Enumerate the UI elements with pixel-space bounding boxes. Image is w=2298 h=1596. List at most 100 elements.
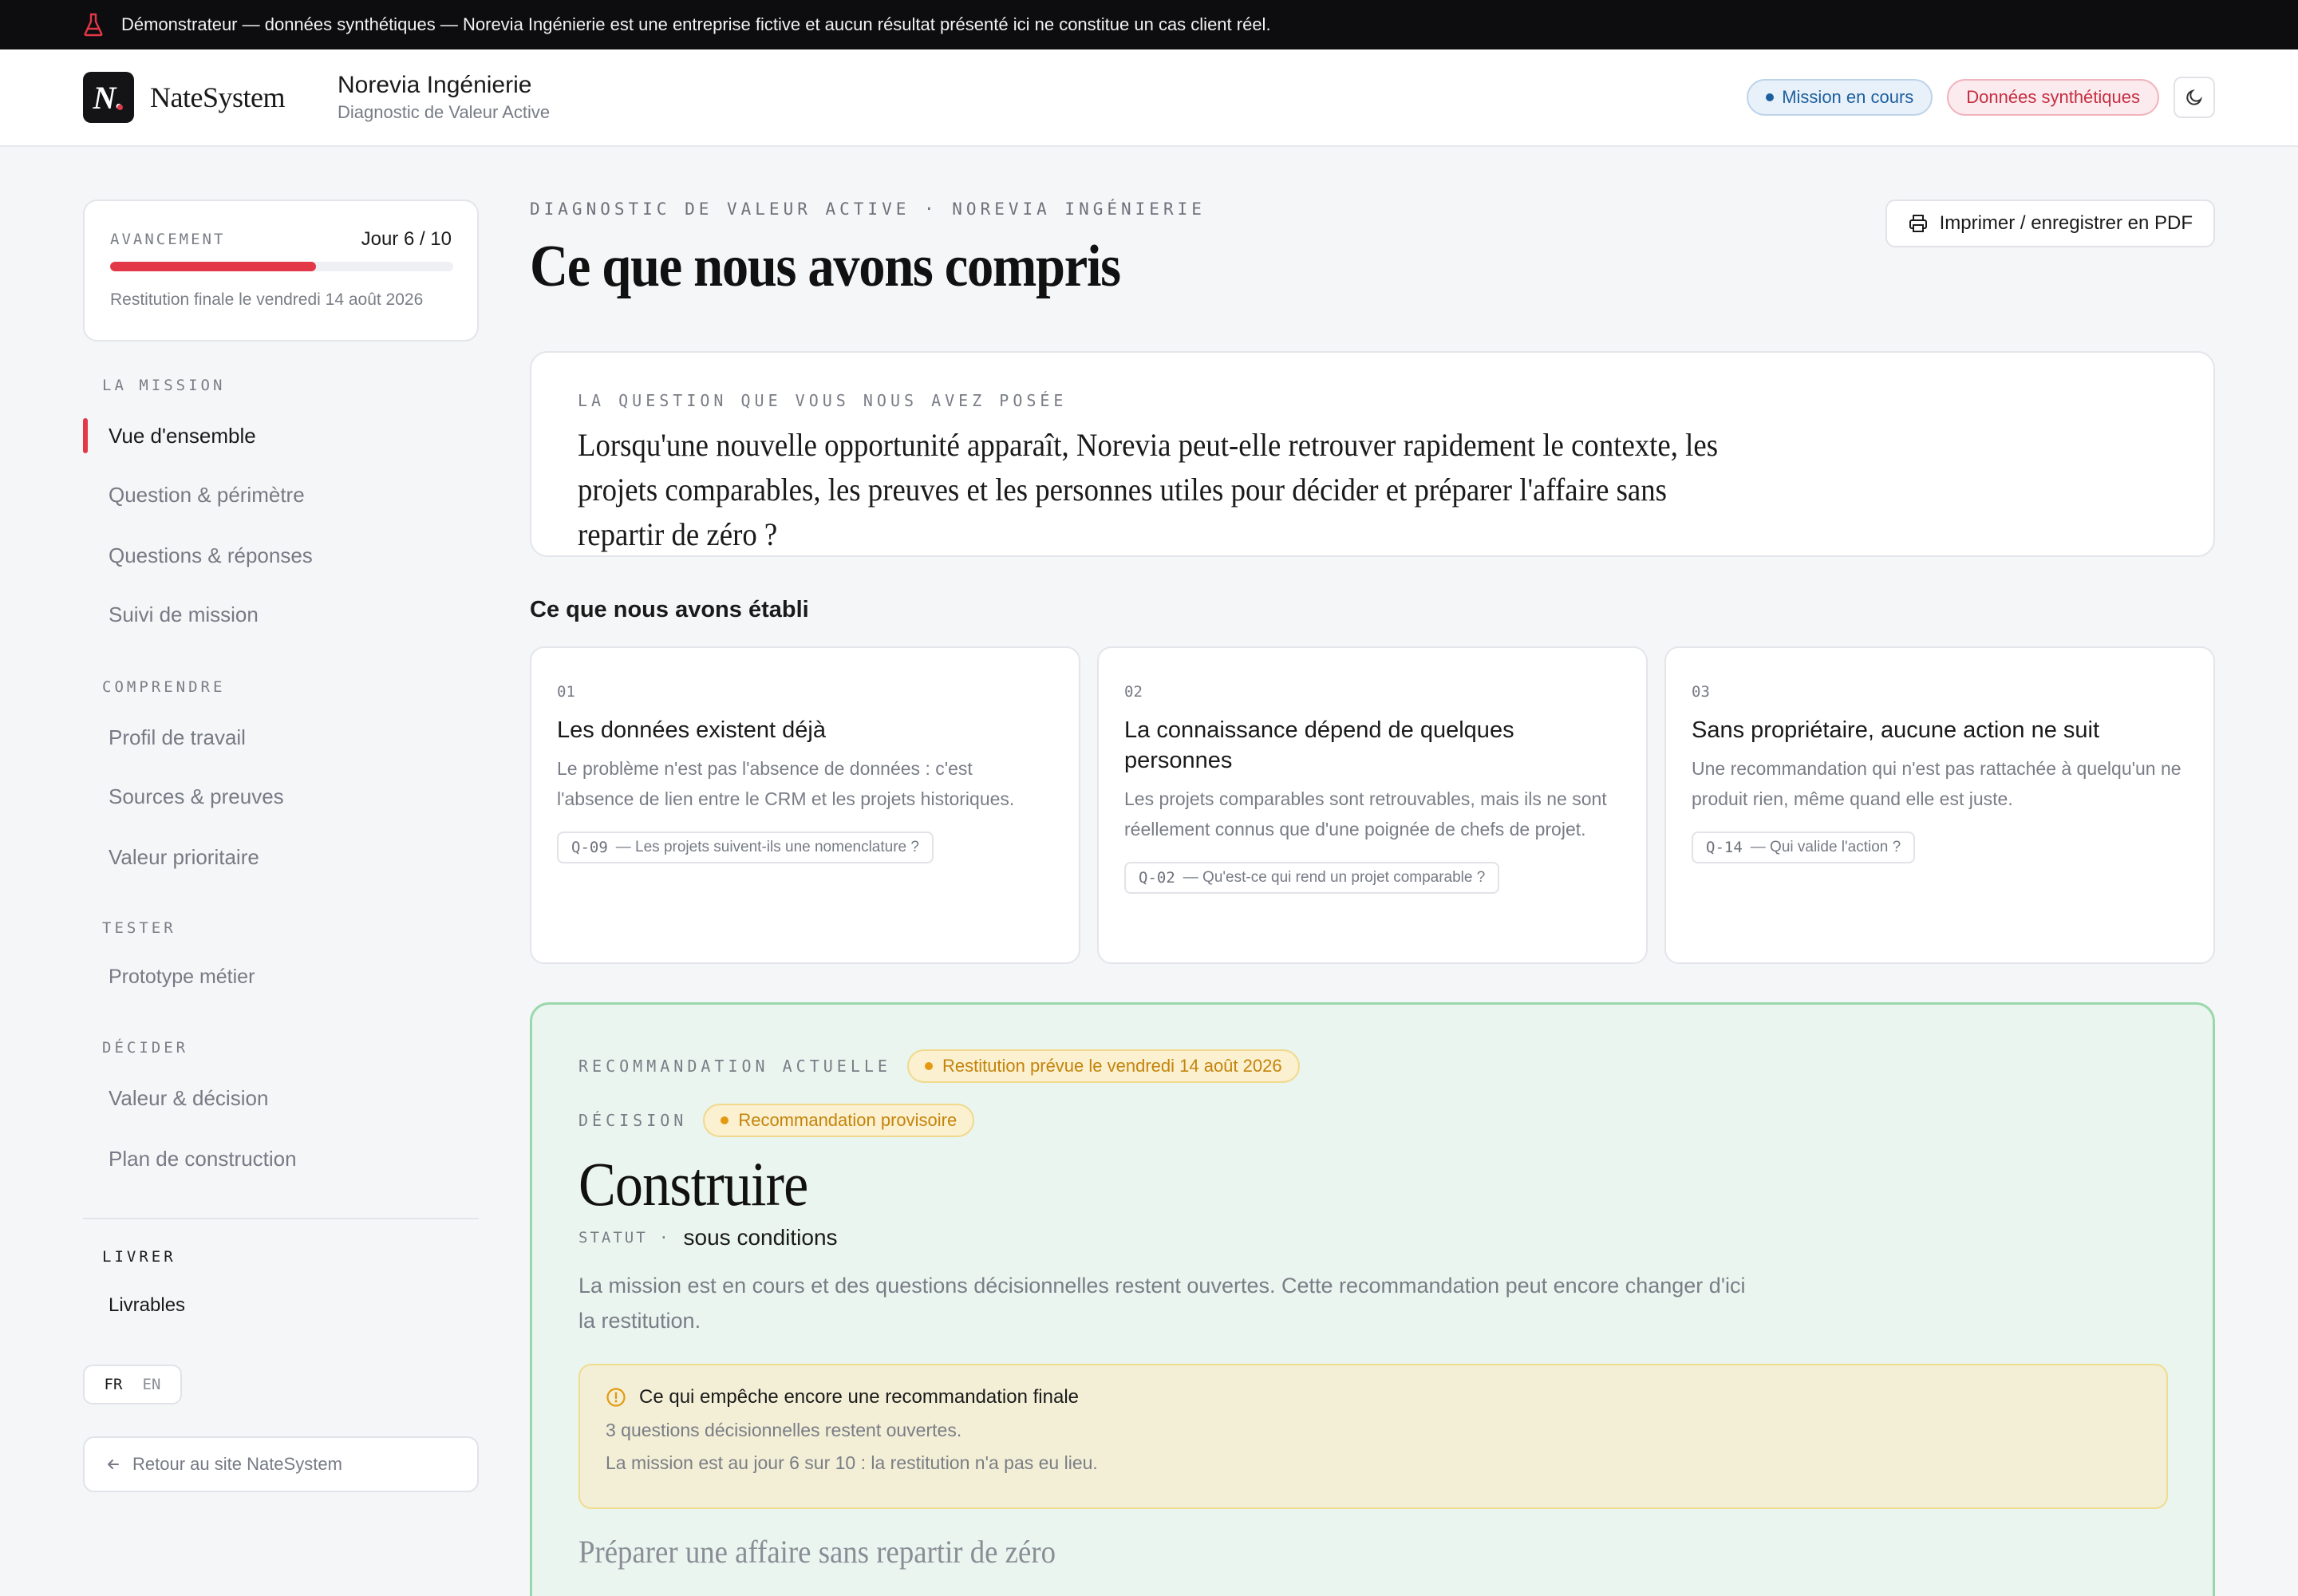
nav-section-title: COMPRENDRE bbox=[102, 678, 226, 696]
logo-dot bbox=[117, 105, 123, 110]
progress-day: Jour 6 / 10 bbox=[361, 228, 452, 250]
sidebar-item-question-perimetre[interactable]: Question & périmètre bbox=[109, 477, 476, 512]
status-dot-icon bbox=[1766, 93, 1775, 101]
recommendation-card: RECOMMANDATION ACTUELLE Restitution prév… bbox=[530, 1002, 2215, 1596]
pending-dot-icon bbox=[924, 1062, 933, 1070]
decision-label: DÉCISION bbox=[578, 1111, 688, 1130]
card-body: Une recommandation qui n'est pas rattach… bbox=[1692, 758, 2182, 809]
card-body: Les projets comparables sont retrouvable… bbox=[1124, 788, 1607, 839]
sidebar-item-vue-ensemble[interactable]: Vue d'ensemble bbox=[109, 418, 476, 453]
decision-description: La mission est en cours et des questions… bbox=[578, 1274, 1746, 1333]
logo-letter: N. bbox=[93, 79, 124, 116]
question-link-text: — Qui valide l'action ? bbox=[1750, 839, 1901, 855]
main-content: DIAGNOSTIC DE VALEUR ACTIVE · NOREVIA IN… bbox=[530, 200, 2215, 1596]
card-body: Le problème n'est pas l'absence de donné… bbox=[557, 758, 1015, 809]
question-card: LA QUESTION QUE VOUS NOUS AVEZ POSÉE Lor… bbox=[530, 351, 2215, 557]
progress-card: AVANCEMENT Jour 6 / 10 Restitution final… bbox=[83, 200, 479, 342]
sidebar-item-profil-travail[interactable]: Profil de travail bbox=[109, 720, 476, 755]
finding-card: 01 Les données existent déjà Le problème… bbox=[530, 646, 1080, 964]
decision-title: Construire bbox=[578, 1149, 808, 1219]
sidebar-item-plan-construction[interactable]: Plan de construction bbox=[109, 1141, 476, 1176]
print-pdf-label: Imprimer / enregistrer en PDF bbox=[1939, 212, 2193, 234]
printer-icon bbox=[1909, 215, 1927, 232]
print-pdf-button[interactable]: Imprimer / enregistrer en PDF bbox=[1885, 200, 2215, 247]
blocker-line: La mission est au jour 6 sur 10 : la res… bbox=[606, 1452, 1098, 1473]
pending-dot-icon bbox=[721, 1116, 729, 1124]
brand-logo[interactable]: N. bbox=[83, 72, 134, 123]
progress-bar-fill bbox=[110, 262, 316, 271]
question-code: Q-14 bbox=[1706, 839, 1743, 856]
card-title: Sans propriétaire, aucune action ne suit bbox=[1692, 717, 2100, 743]
sidebar-item-valeur-decision[interactable]: Valeur & décision bbox=[109, 1080, 476, 1116]
sidebar-item-questions-reponses[interactable]: Questions & réponses bbox=[109, 538, 476, 573]
question-link-tag[interactable]: Q-14 — Qui valide l'action ? bbox=[1692, 832, 1916, 863]
language-switch: FR EN bbox=[83, 1365, 182, 1404]
card-title: La connaissance dépend de quelques perso… bbox=[1124, 717, 1514, 773]
nav-section-title: DÉCIDER bbox=[102, 1039, 189, 1057]
question-link-tag[interactable]: Q-02 — Qu'est-ce qui rend un projet comp… bbox=[1124, 862, 1500, 894]
nav-section-title: LIVRER bbox=[102, 1248, 176, 1266]
finding-card: 02 La connaissance dépend de quelques pe… bbox=[1097, 646, 1648, 964]
provisional-badge: Recommandation provisoire bbox=[703, 1104, 975, 1137]
sidebar-item-prototype-metier[interactable]: Prototype métier bbox=[109, 959, 476, 994]
sidebar-item-valeur-prioritaire[interactable]: Valeur prioritaire bbox=[109, 839, 476, 875]
mission-status-text: Mission en cours bbox=[1782, 87, 1914, 107]
reco-subtitle: Préparer une affaire sans repartir de zé… bbox=[578, 1534, 1056, 1570]
flask-icon bbox=[84, 13, 103, 37]
back-to-site-button[interactable]: Retour au site NateSystem bbox=[83, 1436, 479, 1492]
moon-icon bbox=[2186, 89, 2203, 105]
mission-status-badge: Mission en cours bbox=[1747, 79, 1933, 116]
question-label: LA QUESTION QUE VOUS NOUS AVEZ POSÉE bbox=[578, 391, 1068, 410]
established-title: Ce que nous avons établi bbox=[530, 597, 809, 622]
card-number: 02 bbox=[1124, 683, 1143, 701]
client-subtitle: Diagnostic de Valeur Active bbox=[337, 102, 551, 122]
header-actions: Mission en cours Données synthétiques bbox=[1747, 77, 2215, 118]
alert-circle-icon bbox=[606, 1388, 626, 1407]
statut-label: STATUT · bbox=[578, 1229, 671, 1246]
statut-value: sous conditions bbox=[683, 1225, 838, 1250]
sidebar-item-suivi-mission[interactable]: Suivi de mission bbox=[109, 597, 476, 632]
client-name: Norevia Ingénierie bbox=[337, 72, 532, 98]
blocker-title: Ce qui empêche encore une recommandation… bbox=[639, 1386, 1080, 1408]
lang-en-button[interactable]: EN bbox=[143, 1376, 161, 1393]
client-block: Norevia Ingénierie Diagnostic de Valeur … bbox=[338, 72, 550, 123]
card-number: 03 bbox=[1692, 683, 1710, 701]
theme-toggle-button[interactable] bbox=[2174, 77, 2215, 118]
sidebar-item-livrables[interactable]: Livrables bbox=[109, 1288, 476, 1323]
nav-section-title: LA MISSION bbox=[102, 377, 226, 394]
progress-bar bbox=[110, 262, 453, 271]
synthetic-data-badge: Données synthétiques bbox=[1947, 79, 2159, 116]
question-link-text: — Les projets suivent-ils une nomenclatu… bbox=[615, 839, 919, 855]
restitution-badge: Restitution prévue le vendredi 14 août 2… bbox=[906, 1049, 1300, 1083]
progress-note: Restitution finale le vendredi 14 août 2… bbox=[110, 290, 424, 309]
finding-card: 03 Sans propriétaire, aucune action ne s… bbox=[1664, 646, 2215, 964]
question-text: Lorsqu'une nouvelle opportunité apparaît… bbox=[578, 427, 1719, 552]
page-title: Ce que nous avons compris bbox=[530, 234, 1121, 299]
arrow-left-icon bbox=[108, 1460, 119, 1469]
established-cards: 01 Les données existent déjà Le problème… bbox=[530, 646, 2215, 966]
reco-label: RECOMMANDATION ACTUELLE bbox=[578, 1057, 891, 1076]
decision-status: STATUT · sous conditions bbox=[578, 1225, 2166, 1250]
sidebar-item-sources-preuves[interactable]: Sources & preuves bbox=[109, 779, 476, 814]
sidebar: AVANCEMENT Jour 6 / 10 Restitution final… bbox=[83, 200, 479, 1492]
back-to-site-label: Retour au site NateSystem bbox=[132, 1454, 342, 1474]
nav-active-indicator bbox=[83, 418, 88, 453]
question-link-text: — Qu'est-ce qui rend un projet comparabl… bbox=[1183, 869, 1486, 886]
lang-fr-button[interactable]: FR bbox=[105, 1376, 123, 1393]
question-link-tag[interactable]: Q-09 — Les projets suivent-ils une nomen… bbox=[557, 832, 934, 863]
provisional-text: Recommandation provisoire bbox=[738, 1110, 958, 1130]
restitution-text: Restitution prévue le vendredi 14 août 2… bbox=[942, 1056, 1282, 1076]
sidebar-divider bbox=[83, 1218, 479, 1219]
card-title: Les données existent déjà bbox=[557, 717, 826, 743]
progress-label: AVANCEMENT bbox=[110, 231, 226, 248]
question-code: Q-02 bbox=[1139, 869, 1175, 887]
brand-name[interactable]: NateSystem bbox=[150, 81, 285, 114]
app-header: N. NateSystem Norevia Ingénierie Diagnos… bbox=[0, 49, 2298, 147]
blocker-notice: Ce qui empêche encore une recommandation… bbox=[578, 1364, 2168, 1509]
card-number: 01 bbox=[557, 683, 575, 701]
demo-banner-text: Démonstrateur — données synthétiques — N… bbox=[121, 14, 1271, 34]
nav-section-title: TESTER bbox=[102, 919, 176, 937]
demo-banner: Démonstrateur — données synthétiques — N… bbox=[0, 0, 2298, 49]
blocker-line: 3 questions décisionnelles restent ouver… bbox=[606, 1420, 962, 1440]
question-code: Q-09 bbox=[571, 839, 608, 856]
